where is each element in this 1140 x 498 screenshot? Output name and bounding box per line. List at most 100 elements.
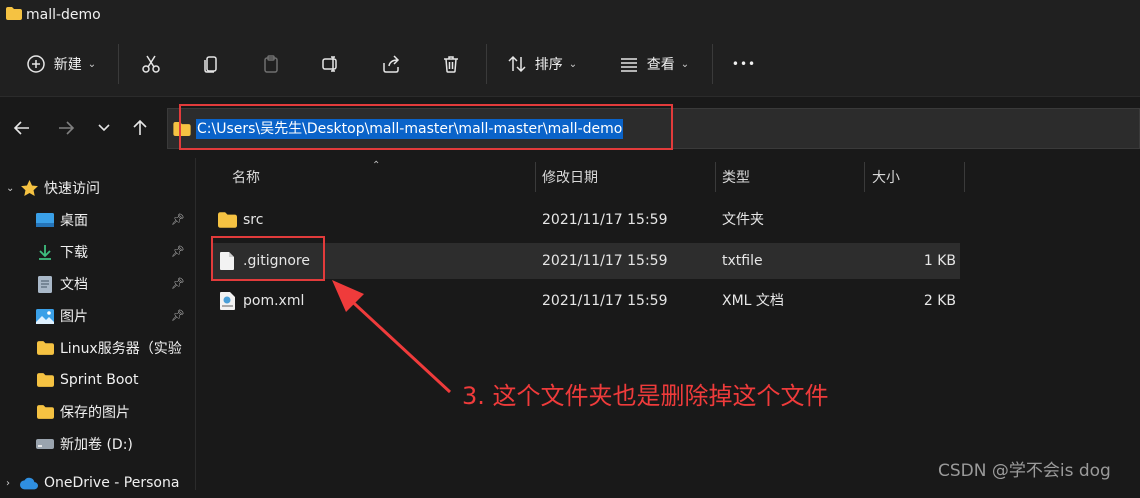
drive-icon [36, 436, 54, 452]
download-icon [36, 244, 54, 260]
delete-button[interactable] [438, 49, 464, 79]
annotation-text: 3. 这个文件夹也是删除掉这个文件 [462, 382, 829, 410]
sidebar-item-label: OneDrive - Persona [44, 475, 180, 491]
sidebar-item-quick-access[interactable]: ⌄ 快速访问 [0, 173, 195, 203]
sidebar-item-sprint-boot[interactable]: Sprint Boot [0, 365, 195, 395]
arrow-left-icon [13, 121, 29, 135]
column-header-modified[interactable]: 修改日期 [542, 158, 598, 192]
sidebar-item-pictures[interactable]: 图片 📌︎ [0, 301, 195, 331]
arrow-up-icon [133, 119, 147, 135]
column-divider[interactable] [715, 162, 716, 192]
sidebar-item-label: Sprint Boot [60, 372, 139, 388]
toolbar-divider [486, 44, 487, 84]
file-type: 文件夹 [722, 212, 764, 228]
arrow-right-icon [59, 121, 75, 135]
file-modified: 2021/11/17 15:59 [542, 253, 668, 269]
view-label: 查看 [646, 57, 675, 73]
annotation-arrow [332, 280, 452, 394]
recent-locations-button[interactable] [94, 118, 114, 138]
folder-icon [36, 340, 54, 356]
trash-icon [444, 56, 458, 73]
sidebar-item-saved-pictures[interactable]: 保存的图片 [0, 397, 195, 427]
file-size: 1 KB [923, 253, 956, 269]
sidebar-item-drive-d[interactable]: 新加卷 (D:) [0, 429, 195, 459]
file-modified: 2021/11/17 15:59 [542, 293, 668, 309]
view-button[interactable]: 查看 ⌄ [614, 49, 694, 79]
sidebar-item-linux-server[interactable]: Linux服务器（实验 [0, 333, 195, 363]
annotation-box-address [179, 104, 673, 150]
sort-button[interactable]: 排序 ⌄ [502, 49, 582, 79]
sidebar-item-downloads[interactable]: 下载 📌︎ [0, 237, 195, 267]
document-icon [36, 275, 54, 293]
sidebar-item-desktop[interactable]: 桌面 📌︎ [0, 205, 195, 235]
rename-button[interactable] [318, 49, 344, 79]
clipboard-icon [264, 55, 278, 73]
plus-circle-icon [27, 55, 45, 73]
window-title: mall-demo [26, 7, 101, 23]
column-divider[interactable] [864, 162, 865, 192]
chevron-down-icon [98, 124, 110, 132]
sidebar-item-label: Linux服务器（实验 [60, 341, 182, 357]
forward-button[interactable] [56, 118, 76, 138]
folder-icon [218, 212, 237, 228]
sidebar-item-label: 桌面 [60, 213, 88, 229]
pin-icon: 📌︎ [171, 277, 185, 290]
pin-icon: 📌︎ [171, 213, 185, 226]
chevron-down-icon: ⌄ [568, 58, 578, 70]
new-label: 新建 [53, 57, 82, 73]
cloud-icon [20, 475, 38, 491]
sidebar-item-label: 保存的图片 [60, 405, 130, 421]
annotation-box-gitignore [211, 236, 325, 281]
xml-file-icon [220, 292, 235, 310]
title-bar [0, 0, 1140, 32]
share-button[interactable] [378, 49, 404, 79]
paste-button[interactable] [258, 49, 284, 79]
column-divider[interactable] [964, 162, 965, 192]
column-divider[interactable] [535, 162, 536, 192]
chevron-right-icon: › [6, 477, 10, 489]
file-size: 2 KB [923, 293, 956, 309]
sidebar-item-label: 下载 [60, 245, 88, 261]
pin-icon: 📌︎ [171, 309, 185, 322]
file-type: txtfile [722, 253, 763, 269]
file-name: pom.xml [243, 293, 305, 309]
chevron-down-icon: ⌄ [6, 182, 15, 194]
command-bar: 新建 ⌄ 排序 ⌄ 查看 ⌄ ••• [0, 32, 1140, 96]
star-icon [20, 180, 38, 196]
new-button[interactable]: 新建 ⌄ [20, 49, 102, 79]
more-options-button[interactable]: ••• [728, 49, 760, 79]
sidebar-item-onedrive[interactable]: › OneDrive - Persona [0, 468, 195, 498]
watermark: CSDN @学不会is dog [938, 461, 1111, 481]
picture-icon [36, 308, 54, 324]
toolbar-divider [712, 44, 713, 84]
file-name: src [243, 212, 264, 228]
sidebar-item-label: 快速访问 [44, 181, 100, 197]
column-header-name[interactable]: 名称 [232, 158, 260, 192]
column-header-type[interactable]: 类型 [722, 158, 750, 192]
folder-icon [36, 404, 54, 420]
sort-ascending-icon: ⌃ [372, 160, 381, 171]
file-row-src[interactable]: src 2021/11/17 15:59 文件夹 [212, 202, 960, 238]
file-type: XML 文档 [722, 293, 784, 309]
column-header-size[interactable]: 大小 [872, 158, 900, 192]
folder-icon [6, 7, 22, 20]
cut-button[interactable] [138, 49, 164, 79]
scissors-icon [142, 55, 160, 73]
sidebar-item-label: 图片 [60, 309, 88, 325]
share-icon [383, 55, 400, 73]
sidebar-item-label: 新加卷 (D:) [60, 437, 133, 453]
sort-label: 排序 [534, 57, 563, 73]
copy-button[interactable] [198, 49, 224, 79]
pin-icon: 📌︎ [171, 245, 185, 258]
sidebar-item-documents[interactable]: 文档 📌︎ [0, 269, 195, 299]
folder-icon [36, 372, 54, 388]
back-button[interactable] [12, 118, 32, 138]
up-button[interactable] [130, 118, 150, 138]
sidebar-item-label: 文档 [60, 277, 88, 293]
copy-icon [204, 56, 217, 73]
chevron-down-icon: ⌄ [87, 58, 97, 70]
toolbar-divider [118, 44, 119, 84]
rename-icon [322, 56, 337, 72]
sort-icon [508, 55, 526, 73]
list-view-icon [620, 58, 637, 72]
